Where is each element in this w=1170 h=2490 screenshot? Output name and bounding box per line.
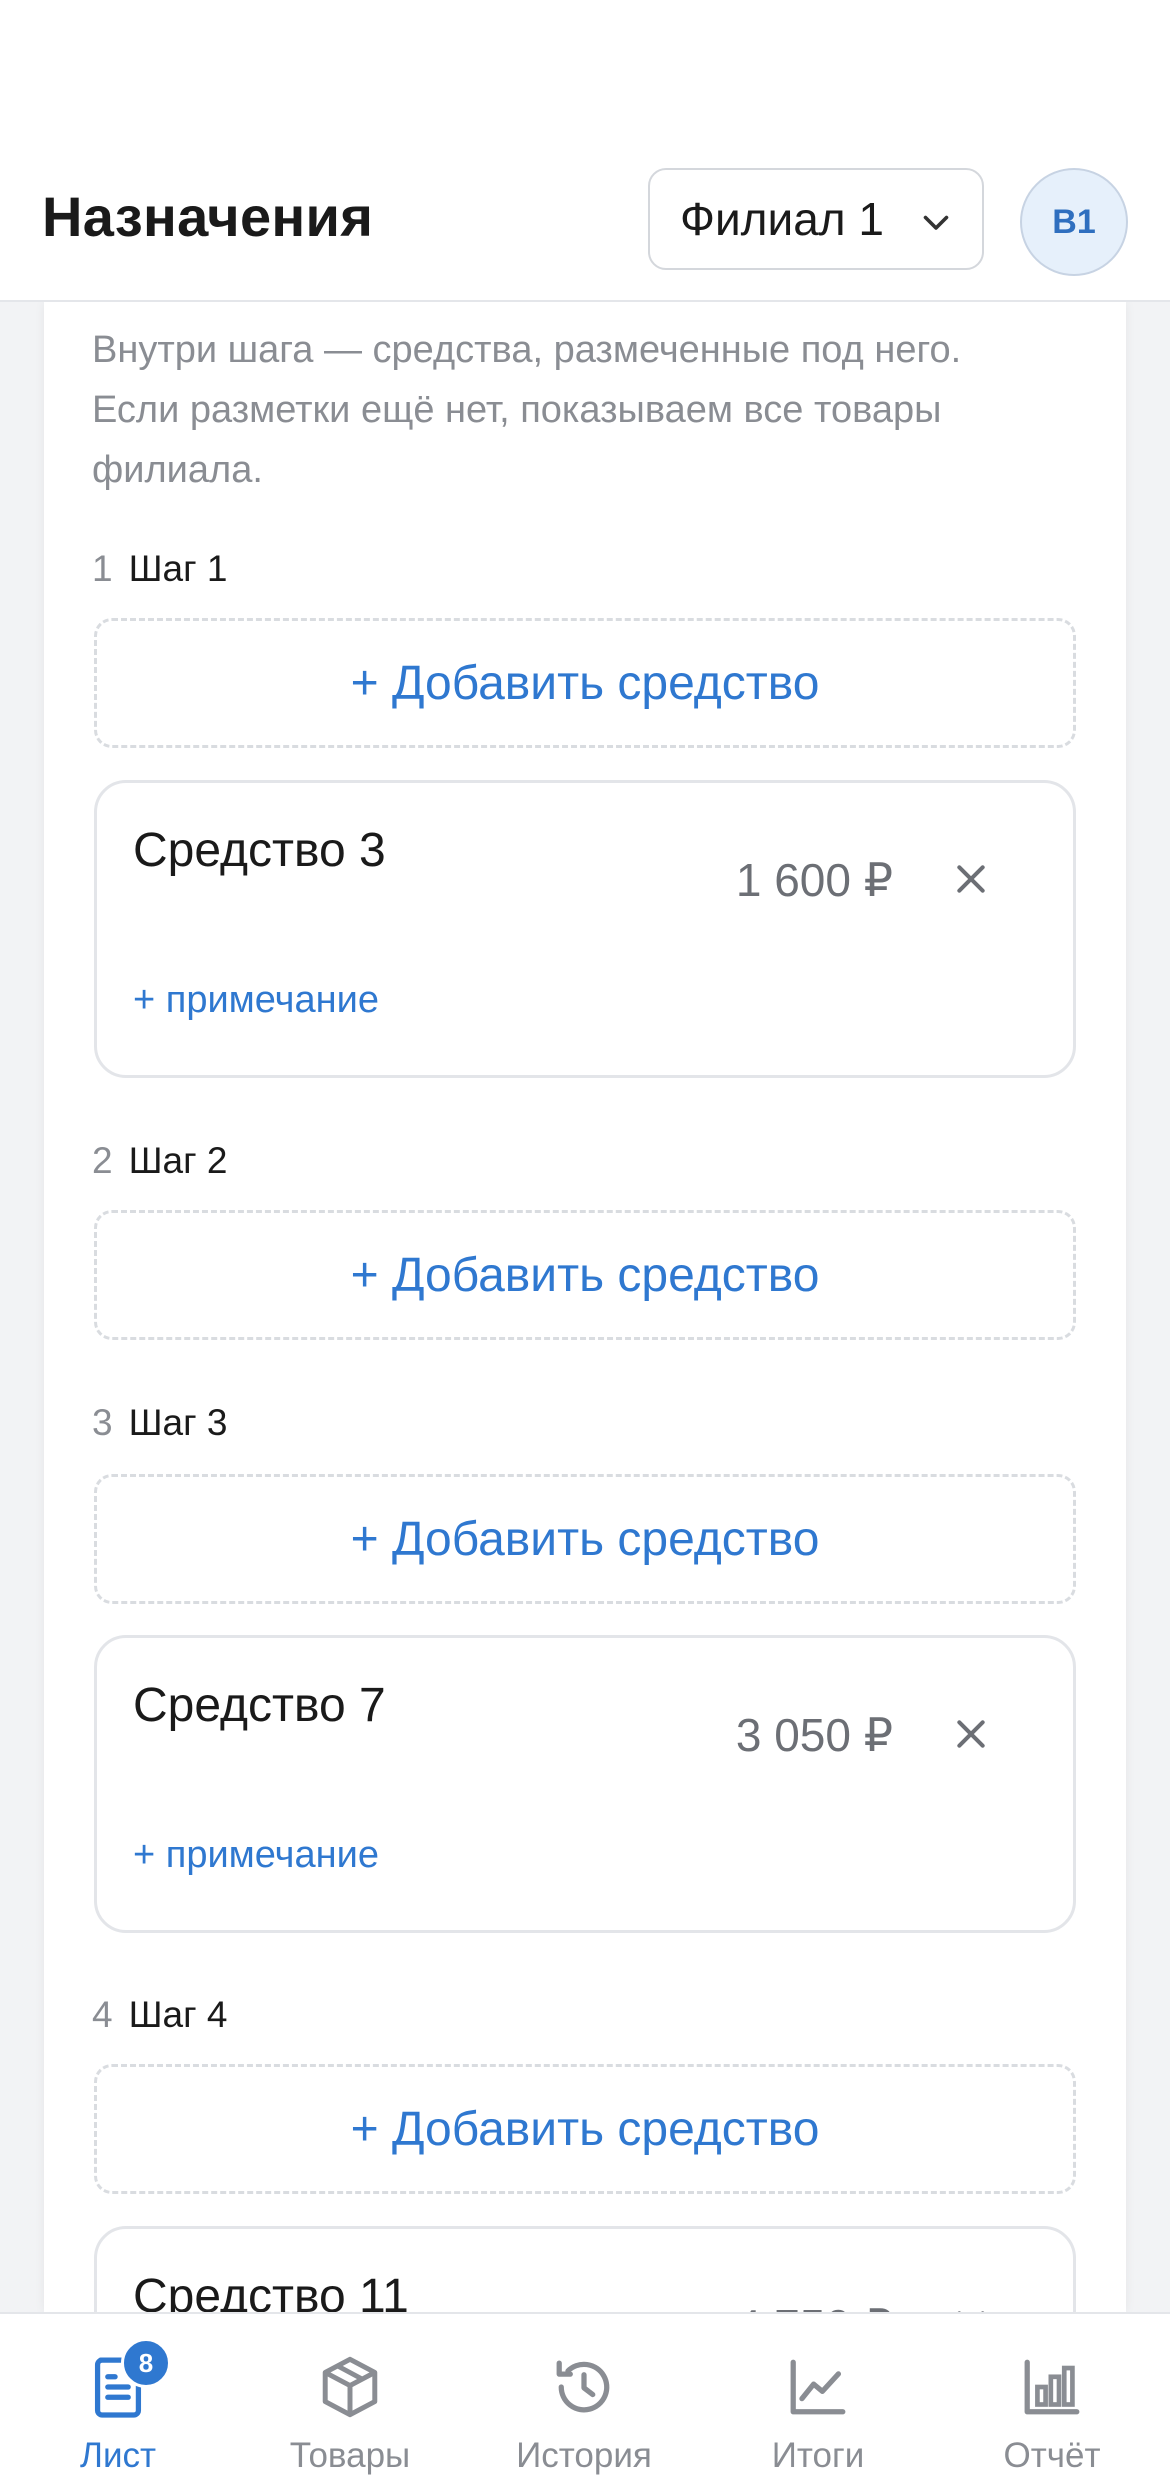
add-remedy-button[interactable]: + Добавить средство [94,2064,1076,2194]
close-icon[interactable] [951,859,991,899]
step-label: 3 Шаг 3 [92,1402,227,1444]
nav-label: Итоги [771,2436,865,2475]
nav-item-report[interactable]: Отчёт [952,2314,1152,2490]
hint-text: Внутри шага — средства, размеченные под … [92,329,962,491]
chevron-down-icon [923,215,949,230]
step-title: Шаг 3 [128,1402,228,1443]
nav-label: Лист [79,2436,157,2475]
nav-item-history[interactable]: История [484,2314,684,2490]
step-number: 2 [92,1140,113,1181]
add-remedy-button[interactable]: + Добавить средство [94,1210,1076,1340]
branch-select[interactable]: Филиал 1 [648,168,984,270]
bottom-nav: 8 Лист Товары История Итоги Отчёт [0,2312,1170,2490]
step-label: 4 Шаг 4 [92,1994,227,2036]
top-app-bar: Назначения Филиал 1 B1 [0,0,1170,302]
page-title: Назначения [42,185,374,248]
step-title: Шаг 1 [128,548,228,589]
step-number: 4 [92,1994,113,2035]
close-icon[interactable] [951,1714,991,1754]
history-icon [549,2352,619,2422]
nav-label: Отчёт [1003,2436,1101,2475]
bar-chart-icon [1017,2352,1087,2422]
nav-label: Товары [289,2436,411,2475]
step-number: 1 [92,548,113,589]
step-label: 2 Шаг 2 [92,1140,227,1182]
add-remedy-button[interactable]: + Добавить средство [94,1474,1076,1604]
nav-item-totals[interactable]: Итоги [718,2314,918,2490]
line-chart-icon [783,2352,853,2422]
remedy-name: Средство 7 [133,1679,386,1732]
remedy-price: 1 600 ₽ [735,854,893,906]
app-screen: Назначения Филиал 1 B1 Внутри шага — сре… [0,0,1170,2490]
step-title: Шаг 2 [128,1140,228,1181]
branch-select-value: Филиал 1 [680,193,884,245]
add-note-link[interactable]: + примечание [133,979,379,1022]
step-number: 3 [92,1402,113,1443]
step-label: 1 Шаг 1 [92,548,227,590]
remedy-name: Средство 3 [133,824,386,877]
avatar[interactable]: B1 [1020,168,1128,276]
remedy-price: 3 050 ₽ [735,1709,893,1761]
box-icon [315,2352,385,2422]
nav-label: История [516,2436,652,2475]
add-remedy-button[interactable]: + Добавить средство [94,618,1076,748]
document-icon: 8 [83,2338,171,2422]
step-title: Шаг 4 [128,1994,228,2035]
remedy-card: Средство 7 3 050 ₽ + примечание [94,1635,1076,1933]
notification-badge: 8 [121,2338,171,2388]
nav-item-list[interactable]: 8 Лист [18,2314,218,2490]
nav-item-products[interactable]: Товары [250,2314,450,2490]
add-note-link[interactable]: + примечание [133,1834,379,1877]
remedy-card: Средство 3 1 600 ₽ + примечание [94,780,1076,1078]
